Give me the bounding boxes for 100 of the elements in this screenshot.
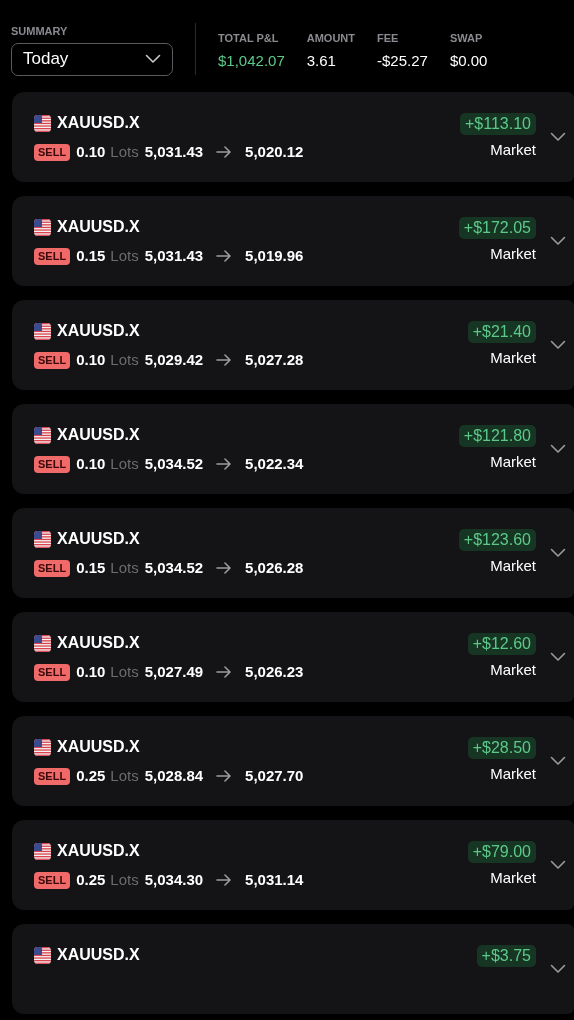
- side-badge: SELL: [34, 663, 71, 681]
- lot-size: 0.10: [76, 350, 106, 370]
- lots-unit: Lots: [110, 662, 139, 682]
- trade-card[interactable]: XAUUSD.X SELL 0.25 Lots 5,028.84 5,027.70 +$28.50 Market: [12, 716, 574, 806]
- lots-unit: Lots: [110, 246, 139, 266]
- summary-label: SUMMARY: [11, 24, 69, 39]
- pnl-badge: +$113.10: [460, 113, 536, 135]
- trade-card[interactable]: XAUUSD.X SELL 0.25 Lots 5,034.30 5,031.14 +$79.00 Market: [12, 820, 574, 910]
- us-flag-icon: [34, 114, 51, 132]
- lot-size: 0.10: [76, 662, 106, 682]
- stat-value: $0.00: [449, 50, 488, 71]
- lots-unit: Lots: [110, 766, 139, 786]
- lots-unit: Lots: [110, 350, 139, 370]
- trade-card[interactable]: XAUUSD.X SELL 0.10 Lots 5,031.43 5,020.12 +$113.10 Market: [12, 92, 574, 182]
- close-price: 5,031.14: [245, 870, 304, 890]
- close-price: 5,027.70: [245, 766, 304, 786]
- us-flag-icon: [34, 946, 51, 964]
- side-badge: SELL: [34, 767, 71, 785]
- stat-value: $1,042.07: [218, 50, 285, 71]
- chevron-down-icon: [550, 132, 566, 142]
- chevron-down-icon: [550, 860, 566, 870]
- chevron-down-icon: [550, 340, 566, 350]
- pnl-badge: +$79.00: [467, 841, 536, 863]
- us-flag-icon: [34, 426, 51, 444]
- chevron-down-icon: [550, 652, 566, 662]
- close-price: 5,020.12: [245, 142, 304, 162]
- symbol: XAUUSD.X: [57, 321, 140, 341]
- symbol: XAUUSD.X: [57, 737, 140, 757]
- order-type: Market: [490, 140, 536, 160]
- order-type: Market: [490, 868, 536, 888]
- lot-size: 0.15: [76, 558, 106, 578]
- close-price: 5,026.23: [245, 662, 304, 682]
- chevron-down-icon: [550, 444, 566, 454]
- trade-card[interactable]: XAUUSD.X +$3.75: [12, 924, 574, 1014]
- pnl-badge: +$21.40: [467, 321, 536, 343]
- lot-size: 0.15: [76, 246, 106, 266]
- arrow-right-icon: [216, 666, 233, 679]
- trade-card[interactable]: XAUUSD.X SELL 0.15 Lots 5,031.43 5,019.96 +$172.05 Market: [12, 196, 574, 286]
- stat-label: TOTAL P&L: [218, 31, 280, 46]
- trade-card[interactable]: XAUUSD.X SELL 0.10 Lots 5,027.49 5,026.23 +$12.60 Market: [12, 612, 574, 702]
- order-type: Market: [490, 660, 536, 680]
- order-type: Market: [490, 348, 536, 368]
- side-badge: SELL: [34, 871, 71, 889]
- lot-size: 0.10: [76, 142, 106, 162]
- chevron-down-icon: [145, 54, 161, 64]
- arrow-right-icon: [216, 770, 233, 783]
- open-price: 5,034.52: [144, 558, 204, 578]
- lot-size: 0.10: [76, 454, 106, 474]
- trade-card[interactable]: XAUUSD.X SELL 0.10 Lots 5,029.42 5,027.28 +$21.40 Market: [12, 300, 574, 390]
- us-flag-icon: [34, 634, 51, 652]
- stat-value: -$25.27: [377, 50, 428, 71]
- open-price: 5,029.42: [144, 350, 204, 370]
- pnl-badge: +$3.75: [476, 945, 536, 967]
- arrow-right-icon: [216, 874, 233, 887]
- us-flag-icon: [34, 218, 51, 236]
- close-price: 5,027.28: [245, 350, 304, 370]
- order-type: Market: [490, 764, 536, 784]
- stat-value: 3.61: [306, 50, 337, 71]
- open-price: 5,027.49: [144, 662, 204, 682]
- order-type: Market: [490, 556, 536, 576]
- pnl-badge: +$172.05: [458, 217, 536, 239]
- lots-unit: Lots: [110, 454, 139, 474]
- arrow-right-icon: [216, 562, 233, 575]
- lot-size: 0.25: [76, 870, 106, 890]
- stat-label: FEE: [377, 31, 400, 46]
- arrow-right-icon: [216, 458, 233, 471]
- symbol: XAUUSD.X: [57, 841, 140, 861]
- lots-unit: Lots: [110, 558, 139, 578]
- stat-label: SWAP: [449, 31, 484, 46]
- trade-card[interactable]: XAUUSD.X SELL 0.10 Lots 5,034.52 5,022.34 +$121.80 Market: [12, 404, 574, 494]
- stat-label: AMOUNT: [306, 31, 355, 46]
- chevron-down-icon: [550, 548, 566, 558]
- symbol: XAUUSD.X: [57, 113, 140, 133]
- us-flag-icon: [34, 530, 51, 548]
- open-price: 5,028.84: [144, 766, 204, 786]
- side-badge: SELL: [34, 247, 71, 265]
- symbol: XAUUSD.X: [57, 529, 140, 549]
- lot-size: 0.25: [76, 766, 106, 786]
- trade-card[interactable]: XAUUSD.X SELL 0.15 Lots 5,034.52 5,026.28 +$123.60 Market: [12, 508, 574, 598]
- close-price: 5,026.28: [245, 558, 304, 578]
- side-badge: SELL: [34, 559, 71, 577]
- open-price: 5,034.30: [144, 870, 204, 890]
- arrow-right-icon: [216, 354, 233, 367]
- chevron-down-icon: [550, 236, 566, 246]
- arrow-right-icon: [216, 146, 233, 159]
- close-price: 5,019.96: [245, 246, 304, 266]
- pnl-badge: +$123.60: [458, 529, 536, 551]
- side-badge: SELL: [34, 455, 71, 473]
- chevron-down-icon: [550, 756, 566, 766]
- lots-unit: Lots: [110, 142, 139, 162]
- symbol: XAUUSD.X: [57, 633, 140, 653]
- close-price: 5,022.34: [245, 454, 304, 474]
- side-badge: SELL: [34, 351, 71, 369]
- chevron-down-icon: [550, 964, 566, 974]
- us-flag-icon: [34, 842, 51, 860]
- period-dropdown[interactable]: Today: [11, 42, 173, 76]
- lots-unit: Lots: [110, 870, 139, 890]
- us-flag-icon: [34, 322, 51, 340]
- symbol: XAUUSD.X: [57, 945, 140, 965]
- symbol: XAUUSD.X: [57, 425, 140, 445]
